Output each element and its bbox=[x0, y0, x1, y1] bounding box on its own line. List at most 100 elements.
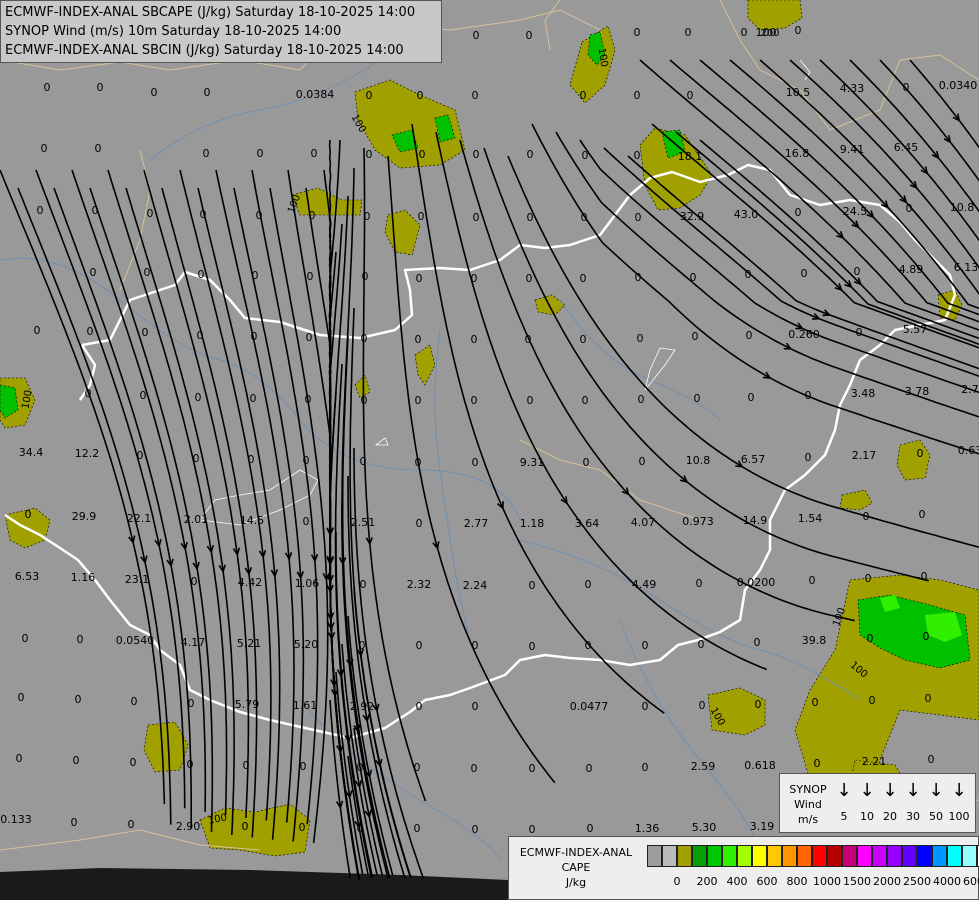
cape-value-label: 24.5 bbox=[843, 205, 868, 218]
cape-value-label: 0 bbox=[144, 266, 151, 279]
cape-value-label: 0 bbox=[921, 570, 928, 583]
cape-value-label: 0 bbox=[128, 818, 135, 831]
cape-color-swatch bbox=[662, 845, 677, 867]
cape-value-label: 3.19 bbox=[750, 820, 775, 833]
cape-value-label: 0 bbox=[692, 330, 699, 343]
cape-value-label: 2.24 bbox=[463, 579, 488, 592]
cape-value-label: 0 bbox=[580, 333, 587, 346]
cape-value-label: 0 bbox=[188, 697, 195, 710]
cape-value-label: 4.17 bbox=[181, 636, 206, 649]
cape-value-label: 0.973 bbox=[682, 515, 714, 528]
cape-color-swatch bbox=[917, 845, 932, 867]
cape-value-label: 0 bbox=[585, 639, 592, 652]
wind-speed-label: 100 bbox=[948, 810, 970, 823]
cape-value-label: 4.33 bbox=[840, 82, 865, 95]
cape-color-swatch bbox=[677, 845, 692, 867]
cape-value-label: 0 bbox=[415, 333, 422, 346]
cape-value-label: 0 bbox=[360, 578, 367, 591]
cape-value-label: 12.2 bbox=[75, 447, 100, 460]
title-wind: SYNOP Wind (m/s) 10m Saturday 18-10-2025… bbox=[5, 24, 342, 39]
cape-value-label: 0 bbox=[22, 632, 29, 645]
cape-value-label: 0 bbox=[193, 452, 200, 465]
cape-color-swatch bbox=[842, 845, 857, 867]
cape-value-label: 0 bbox=[755, 698, 762, 711]
cape-value-label: 0 bbox=[635, 271, 642, 284]
cape-value-label: 0 bbox=[77, 633, 84, 646]
cape-value-label: 0 bbox=[917, 447, 924, 460]
cape-value-label: 2.77 bbox=[464, 517, 489, 530]
cape-value-label: 0 bbox=[854, 265, 861, 278]
cape-color-swatch bbox=[707, 845, 722, 867]
cape-value-label: 0 bbox=[805, 389, 812, 402]
cape-value-label: 10.5 bbox=[786, 86, 811, 99]
cape-value-label: 0 bbox=[71, 816, 78, 829]
cape-value-label: 2.17 bbox=[852, 449, 877, 462]
cape-value-label: 0 bbox=[865, 572, 872, 585]
cape-value-label: 0 bbox=[863, 510, 870, 523]
cape-value-label: 0 bbox=[85, 387, 92, 400]
cape-value-label: 0 bbox=[585, 578, 592, 591]
cape-value-label: 0.63 bbox=[958, 444, 979, 457]
cape-value-label: 0 bbox=[137, 449, 144, 462]
cape-value-label: 0 bbox=[299, 821, 306, 834]
cape-value-label: 23.1 bbox=[125, 573, 150, 586]
cape-value-label: 0 bbox=[685, 26, 692, 39]
cape-value-label: 10.8 bbox=[950, 201, 975, 214]
cape-value-label: 0 bbox=[471, 394, 478, 407]
cape-tick-label: 0 bbox=[673, 875, 681, 888]
cape-value-label: 0 bbox=[309, 209, 316, 222]
wind-legend-line: SYNOP bbox=[789, 783, 827, 796]
cape-value-label: 0 bbox=[801, 267, 808, 280]
cape-value-label: 0 bbox=[637, 332, 644, 345]
cape-value-label: 0 bbox=[583, 456, 590, 469]
cape-color-swatch bbox=[737, 845, 752, 867]
weather-map: 00000.038400000000000010004.3300.034010.… bbox=[0, 0, 979, 900]
cape-value-label: 0 bbox=[473, 211, 480, 224]
cape-value-label: 1.61 bbox=[293, 699, 318, 712]
cape-value-label: 0 bbox=[638, 393, 645, 406]
cape-value-label: 0 bbox=[18, 691, 25, 704]
cape-value-label: 4.07 bbox=[631, 516, 656, 529]
cape-value-label: 0 bbox=[97, 81, 104, 94]
cape-color-swatch bbox=[827, 845, 842, 867]
cape-value-label: 0 bbox=[130, 756, 137, 769]
cape-value-label: 0 bbox=[416, 272, 423, 285]
cape-value-label: 0 bbox=[812, 696, 819, 709]
cape-value-label: 0 bbox=[361, 394, 368, 407]
cape-value-label: 0 bbox=[698, 638, 705, 651]
cape-value-label: 0 bbox=[256, 209, 263, 222]
cape-value-label: 0 bbox=[814, 757, 821, 770]
cape-value-label: 0 bbox=[746, 329, 753, 342]
cape-value-label: 0.618 bbox=[744, 759, 776, 772]
cape-value-label: 3.48 bbox=[851, 387, 876, 400]
cape-value-label: 32.9 bbox=[680, 210, 705, 223]
cape-value-label: 2.90 bbox=[176, 820, 201, 833]
cape-value-label: 0 bbox=[417, 89, 424, 102]
cape-value-label: 0 bbox=[187, 758, 194, 771]
cape-value-label: 0 bbox=[690, 271, 697, 284]
cape-value-label: 0 bbox=[642, 761, 649, 774]
cape-value-label: 0 bbox=[357, 761, 364, 774]
cape-value-label: 1.36 bbox=[635, 822, 660, 835]
cape-value-label: 5.79 bbox=[235, 698, 260, 711]
wind-speed-label: 30 bbox=[906, 810, 920, 823]
cape-value-label: 0 bbox=[472, 700, 479, 713]
cape-value-label: 0 bbox=[925, 692, 932, 705]
wind-speed-label: 10 bbox=[860, 810, 874, 823]
cape-value-label: 0 bbox=[197, 329, 204, 342]
cape-value-label: 9.31 bbox=[520, 456, 545, 469]
cape-value-label: 0 bbox=[198, 268, 205, 281]
cape-value-label: 0 bbox=[248, 453, 255, 466]
cape-color-swatch bbox=[872, 845, 887, 867]
cape-value-label: 0 bbox=[529, 823, 536, 836]
cape-value-label: 10.8 bbox=[686, 454, 711, 467]
cape-value-label: 0 bbox=[580, 89, 587, 102]
cape-value-label: 0 bbox=[415, 394, 422, 407]
cape-value-label: 0 bbox=[526, 272, 533, 285]
cape-value-label: 1.06 bbox=[295, 577, 320, 590]
cape-value-label: 0 bbox=[242, 820, 249, 833]
cape-value-label: 0 bbox=[251, 330, 258, 343]
cape-value-label: 0.260 bbox=[788, 328, 820, 341]
cape-value-label: 0 bbox=[586, 762, 593, 775]
contour-label: 200 bbox=[760, 28, 779, 39]
